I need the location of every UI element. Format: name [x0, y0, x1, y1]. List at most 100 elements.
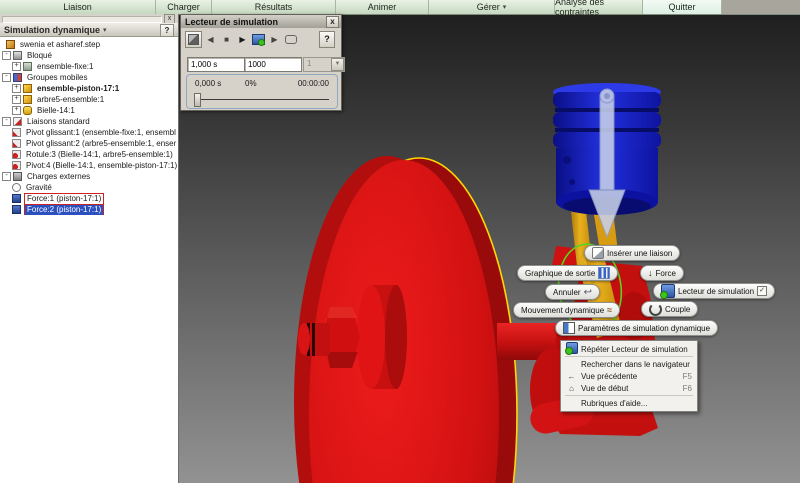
- tree-item-pivot-glissant-1[interactable]: Pivot glissant:1 (ensemble-fixe:1, ensem…: [0, 127, 178, 138]
- player-title: Lecteur de simulation: [185, 16, 279, 27]
- gravity-icon: [12, 183, 21, 192]
- context-item-rubriques-aide[interactable]: Rubriques d'aide...: [561, 397, 697, 409]
- play-button[interactable]: ▶: [235, 32, 250, 47]
- expand-icon[interactable]: +: [12, 95, 21, 104]
- force-icon: [12, 205, 21, 214]
- joint-ball-icon: [12, 150, 21, 159]
- inventor-simulation-window: Liaison Charger Résultats Animer Gérer ▾ …: [0, 0, 800, 483]
- movie-icon: [252, 33, 265, 46]
- menu-analyse-contraintes[interactable]: Analyse des contraintes: [555, 0, 643, 17]
- joints-folder-icon: [13, 117, 22, 126]
- player-toolbar: ◀ ■ ▶ ▶: [185, 30, 299, 48]
- filter-combobox[interactable]: 1 ▼: [303, 57, 345, 72]
- menu-separator: [565, 356, 693, 357]
- menu-resultats[interactable]: Résultats: [212, 0, 336, 14]
- help-icon[interactable]: ?: [160, 24, 174, 37]
- loop-playback-button[interactable]: [283, 32, 298, 47]
- menu-charger[interactable]: Charger: [156, 0, 212, 14]
- collapse-icon[interactable]: -: [2, 51, 11, 60]
- close-icon[interactable]: x: [326, 16, 339, 28]
- simulation-player-icon: [660, 284, 675, 299]
- shortcut-label: F5: [682, 371, 692, 381]
- browser-header[interactable]: Simulation dynamique ▾ ?: [0, 23, 178, 37]
- model-browser-panel: x Simulation dynamique ▾ ? swenia et ash…: [0, 14, 179, 483]
- marking-menu-lecteur-simulation[interactable]: Lecteur de simulation ✓: [653, 283, 776, 299]
- marking-menu-inserer-liaison[interactable]: Insérer une liaison: [584, 245, 681, 261]
- marking-menu-graphique-sortie[interactable]: Graphique de sortie: [517, 265, 619, 281]
- shortcut-label: F6: [682, 383, 692, 393]
- marking-menu-couple[interactable]: Couple: [641, 301, 699, 317]
- fixed-assembly-icon: [23, 62, 32, 71]
- go-to-end-button[interactable]: ▶: [267, 32, 282, 47]
- menu-quitter[interactable]: Quitter: [643, 0, 722, 14]
- tree-item-pivot-4[interactable]: Pivot:4 (Bielle-14:1, ensemble-piston-17…: [0, 160, 178, 171]
- tree-item-gravite[interactable]: Gravité: [0, 182, 178, 193]
- browser-tree: swenia et asharef.step - Bloqué + ensemble…: [0, 39, 178, 215]
- tree-item-charges-externes[interactable]: - Charges externes: [0, 171, 178, 182]
- marking-menu-mouvement-dynamique[interactable]: Mouvement dynamique ≈: [513, 302, 621, 318]
- force-icon: ↓: [648, 268, 653, 278]
- tree-item-rotule-3[interactable]: Rotule:3 (Bielle-14:1, arbre5-ensemble:1…: [0, 149, 178, 160]
- tree-item-ensemble-piston[interactable]: + ensemble-piston-17:1: [0, 83, 178, 94]
- expand-icon[interactable]: +: [12, 62, 21, 71]
- help-icon[interactable]: ?: [319, 31, 335, 48]
- collapse-icon[interactable]: -: [2, 172, 11, 181]
- context-item-vue-precedente[interactable]: ← Vue précédente F5: [561, 370, 697, 382]
- images-count-input[interactable]: [244, 57, 302, 72]
- expand-icon[interactable]: +: [12, 84, 21, 93]
- menu-liaison[interactable]: Liaison: [0, 0, 156, 14]
- tree-item-force-1[interactable]: Force:1 (piston-17:1): [0, 193, 178, 204]
- tree-item-groupes-mobiles[interactable]: - Groupes mobiles: [0, 72, 178, 83]
- loop-icon: [284, 34, 297, 44]
- tree-item-pivot-glissant-2[interactable]: Pivot glissant:2 (arbre5-ensemble:1, ens…: [0, 138, 178, 149]
- construction-mode-button[interactable]: [185, 30, 202, 48]
- chevron-down-icon[interactable]: ▾: [103, 26, 107, 34]
- marking-menu-parametres-simulation[interactable]: Paramètres de simulation dynamique: [555, 320, 719, 336]
- tree-item-root-assembly[interactable]: swenia et asharef.step: [0, 39, 178, 50]
- tree-item-force-2[interactable]: Force:2 (piston-17:1): [0, 204, 178, 215]
- insert-joint-icon: [592, 247, 604, 259]
- context-item-rechercher-navigateur[interactable]: Rechercher dans le navigateur: [561, 358, 697, 370]
- expand-icon[interactable]: +: [12, 106, 21, 115]
- chevron-down-icon: ▾: [502, 4, 507, 11]
- record-animation-button[interactable]: [251, 32, 266, 47]
- tree-item-ensemble-fixe[interactable]: + ensemble-fixe:1: [0, 61, 178, 72]
- menu-animer[interactable]: Animer: [336, 0, 429, 14]
- tree-item-bloque[interactable]: - Bloqué: [0, 50, 178, 61]
- player-status-group: 0,000 s 0% 00:00:00: [186, 74, 338, 109]
- collapse-icon[interactable]: -: [2, 117, 11, 126]
- chevron-down-icon[interactable]: ▼: [331, 58, 344, 71]
- locked-group-icon: [13, 51, 22, 60]
- stop-button[interactable]: ■: [219, 32, 234, 47]
- timeline-track[interactable]: [195, 96, 329, 103]
- gold-part-icon: [23, 106, 32, 115]
- player-titlebar[interactable]: Lecteur de simulation x: [181, 15, 341, 28]
- context-item-vue-de-debut[interactable]: ⌂ Vue de début F6: [561, 382, 697, 394]
- collapse-icon[interactable]: -: [2, 73, 11, 82]
- joint-slide-icon: [12, 139, 21, 148]
- menubar-filler: [722, 0, 800, 14]
- marking-menu-force[interactable]: ↓ Force: [640, 265, 684, 281]
- mobile-groups-icon: [13, 73, 22, 82]
- gold-assembly-icon: [23, 84, 32, 93]
- construction-icon: [188, 33, 199, 45]
- marking-menu-annuler[interactable]: Annuler ↩: [545, 284, 600, 300]
- flywheel-part[interactable]: [294, 156, 518, 483]
- menu-separator: [565, 395, 693, 396]
- menu-gerer[interactable]: Gérer ▾: [429, 0, 555, 14]
- status-percent: 0%: [245, 79, 257, 88]
- tree-item-liaisons-standard[interactable]: - Liaisons standard: [0, 116, 178, 127]
- tree-item-bielle[interactable]: + Bielle-14:1: [0, 105, 178, 116]
- rewind-button[interactable]: ◀: [203, 32, 218, 47]
- simulation-player-dialog: Lecteur de simulation x ◀ ■ ▶ ▶ ? 1 ▼ 0,…: [180, 14, 345, 111]
- ribbon-menubar: Liaison Charger Résultats Animer Gérer ▾ …: [0, 0, 800, 17]
- simulation-time-input[interactable]: [187, 57, 245, 72]
- undo-icon: ↩: [583, 286, 592, 298]
- context-item-repeter-lecteur[interactable]: Répéter Lecteur de simulation: [561, 342, 697, 355]
- tree-item-arbre5-ensemble[interactable]: + arbre5-ensemble:1: [0, 94, 178, 105]
- status-clock: 00:00:00: [297, 79, 329, 88]
- home-view-icon: ⌂: [569, 383, 574, 393]
- assembly-step-icon: [6, 40, 15, 49]
- timeline-slider-handle[interactable]: [194, 93, 201, 107]
- gold-assembly-icon: [23, 95, 32, 104]
